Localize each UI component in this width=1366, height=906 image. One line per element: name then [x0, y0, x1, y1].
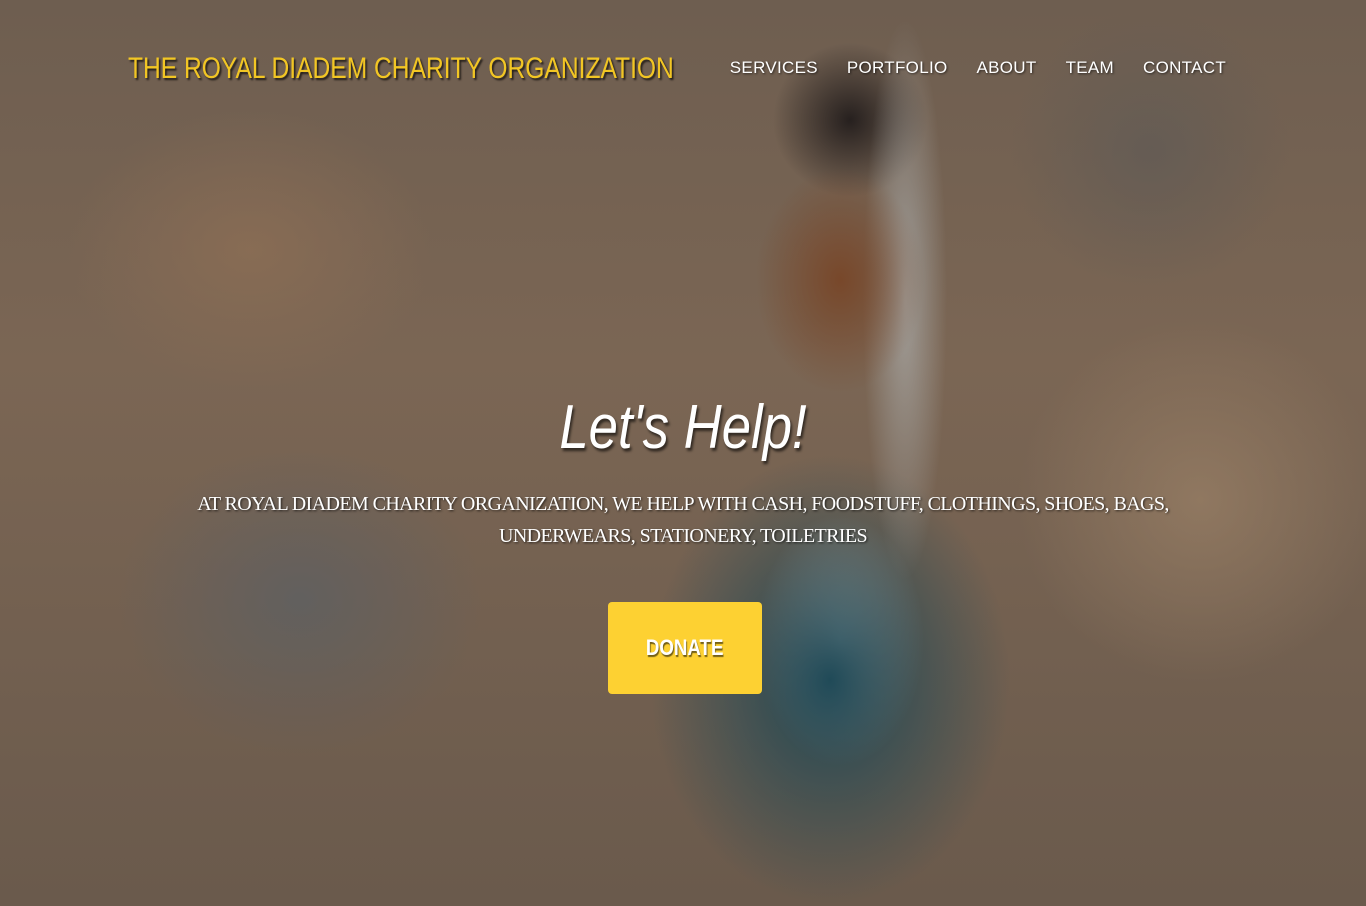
nav-services[interactable]: SERVICES [730, 58, 818, 78]
nav-contact[interactable]: CONTACT [1143, 58, 1226, 78]
donate-label: DONATE [646, 635, 724, 660]
nav-about[interactable]: ABOUT [977, 58, 1037, 78]
donate-button[interactable]: DONATE [608, 602, 762, 694]
hero-headline: Let's Help! [559, 393, 807, 462]
main-nav: SERVICES PORTFOLIO ABOUT TEAM CONTACT [730, 58, 1226, 78]
brand-logo-link[interactable]: THE ROYAL DIADEM CHARITY ORGANIZATION [128, 52, 674, 86]
hero-tagline: AT ROYAL DIADEM CHARITY ORGANIZATION, WE… [197, 493, 1169, 547]
nav-portfolio[interactable]: PORTFOLIO [847, 58, 948, 78]
nav-team[interactable]: TEAM [1066, 58, 1114, 78]
